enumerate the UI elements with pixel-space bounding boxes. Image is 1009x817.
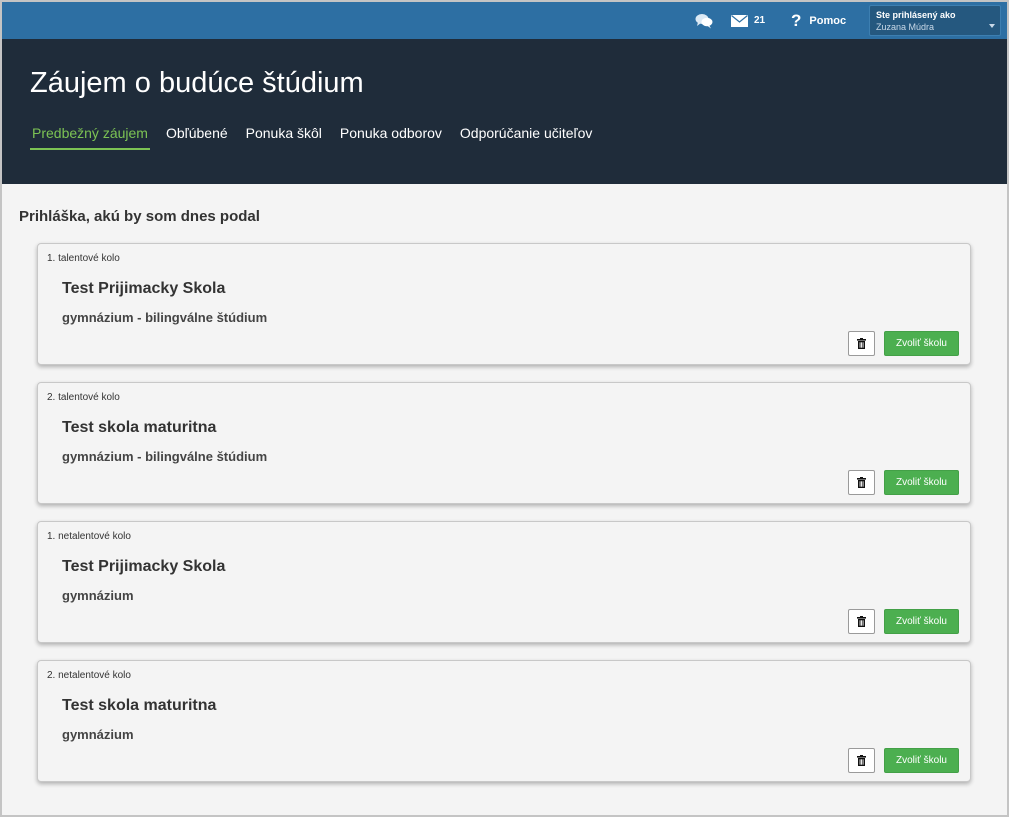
tab-predbezny-zaujem[interactable]: Predbežný záujem (30, 125, 150, 150)
delete-button[interactable] (848, 331, 875, 356)
program-name: gymnázium (62, 588, 134, 603)
page-header: Záujem o budúce štúdium Predbežný záujem… (2, 39, 1007, 184)
delete-button[interactable] (848, 609, 875, 634)
delete-button[interactable] (848, 748, 875, 773)
application-card: 1. netalentové kolo Test Prijimacky Skol… (37, 521, 971, 643)
tab-ponuka-skol[interactable]: Ponuka škôl (244, 125, 324, 150)
trash-icon (857, 755, 866, 766)
round-label: 1. netalentové kolo (47, 531, 131, 542)
trash-icon (857, 616, 866, 627)
round-label: 2. netalentové kolo (47, 670, 131, 681)
page-title: Záujem o budúce štúdium (30, 67, 364, 99)
section-title: Prihláška, akú by som dnes podal (19, 208, 260, 225)
choose-school-button[interactable]: Zvoliť školu (884, 331, 959, 356)
help-link[interactable]: ? Pomoc (791, 2, 846, 39)
nav-tabs: Predbežný záujem Obľúbené Ponuka škôl Po… (30, 125, 608, 150)
application-card: 1. talentové kolo Test Prijimacky Skola … (37, 243, 971, 365)
application-card: 2. talentové kolo Test skola maturitna g… (37, 382, 971, 504)
program-name: gymnázium - bilingválne štúdium (62, 449, 268, 464)
round-label: 2. talentové kolo (47, 392, 120, 403)
application-card: 2. netalentové kolo Test skola maturitna… (37, 660, 971, 782)
mail-count: 21 (754, 15, 766, 26)
chat-bubbles-icon (695, 13, 713, 28)
top-bar: 21 ? Pomoc Ste prihlásený ako Zuzana Múd… (2, 2, 1007, 39)
tab-odporucanie-ucitelov[interactable]: Odporúčanie učiteľov (458, 125, 595, 150)
school-name: Test skola maturitna (62, 697, 217, 714)
choose-school-button[interactable]: Zvoliť školu (884, 748, 959, 773)
trash-icon (857, 338, 866, 349)
tab-oblubene[interactable]: Obľúbené (164, 125, 230, 150)
trash-icon (857, 477, 866, 488)
question-mark-icon: ? (791, 10, 802, 30)
user-caption: Ste prihlásený ako (876, 10, 956, 20)
help-label: Pomoc (809, 14, 847, 27)
round-label: 1. talentové kolo (47, 253, 120, 264)
tab-ponuka-odborov[interactable]: Ponuka odborov (338, 125, 444, 150)
envelope-icon (731, 14, 748, 27)
choose-school-button[interactable]: Zvoliť školu (884, 470, 959, 495)
app-frame: 21 ? Pomoc Ste prihlásený ako Zuzana Múd… (0, 0, 1009, 817)
messages-link[interactable] (692, 2, 716, 39)
school-name: Test Prijimacky Skola (62, 558, 226, 575)
choose-school-button[interactable]: Zvoliť školu (884, 609, 959, 634)
school-name: Test Prijimacky Skola (62, 280, 226, 297)
mail-link[interactable]: 21 (731, 2, 765, 39)
delete-button[interactable] (848, 470, 875, 495)
school-name: Test skola maturitna (62, 419, 217, 436)
user-name: Zuzana Múdra (876, 22, 935, 32)
program-name: gymnázium - bilingválne štúdium (62, 310, 268, 325)
program-name: gymnázium (62, 727, 134, 742)
chevron-down-icon (989, 24, 995, 28)
user-menu[interactable]: Ste prihlásený ako Zuzana Múdra (869, 5, 1001, 36)
